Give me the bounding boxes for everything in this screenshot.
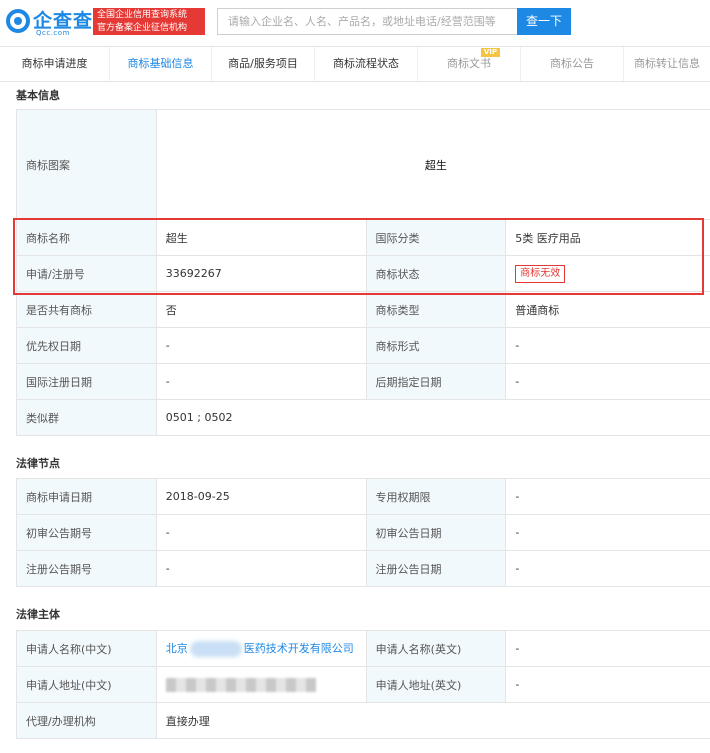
address-cn-label: 申请人地址(中文) <box>16 666 157 703</box>
tab-documents-label: 商标文书 <box>447 57 491 70</box>
tab-application-progress[interactable]: 商标申请进度 <box>0 47 110 81</box>
reg-announce-no-label: 注册公告期号 <box>16 550 157 587</box>
name-label: 商标名称 <box>16 219 157 256</box>
exclusive-label: 专用权期限 <box>365 478 507 515</box>
applicant-link-prefix[interactable]: 北京 <box>166 642 188 655</box>
reg-announce-no-value: - <box>155 550 367 587</box>
type-label: 商标类型 <box>365 291 507 328</box>
status-cell: 商标无效 <box>505 255 710 292</box>
prelim-date-label: 初审公告日期 <box>365 514 507 551</box>
address-en-value: - <box>505 666 710 703</box>
section-title-legal-subject: 法律主体 <box>16 608 60 621</box>
agent-value: 直接办理 <box>155 702 710 739</box>
applicant-link-suffix[interactable]: 医药技术开发有限公司 <box>244 642 354 655</box>
tab-bar: 商标申请进度 商标基础信息 商品/服务项目 商标流程状态 商标文书 VIP 商标… <box>0 46 710 82</box>
qcc-logo-icon[interactable] <box>6 9 30 33</box>
priority-label: 优先权日期 <box>16 327 157 364</box>
badge-line-2: 官方备案企业征信机构 <box>97 23 188 33</box>
search-button[interactable]: 查一下 <box>517 8 571 35</box>
image-label: 商标图案 <box>16 109 157 220</box>
prelim-no-label: 初审公告期号 <box>16 514 157 551</box>
applicant-en-label: 申请人名称(英文) <box>365 630 507 667</box>
address-cn-value <box>155 666 367 703</box>
badge-line-1: 全国企业信用查询系统 <box>97 10 188 20</box>
shared-value: 否 <box>155 291 367 328</box>
reg-announce-date-label: 注册公告日期 <box>365 550 507 587</box>
legal-subject-table: 申请人名称(中文) 北京 医药技术开发有限公司 申请人名称(英文) - 申请人地址… <box>16 630 710 739</box>
intl-reg-label: 国际注册日期 <box>16 363 157 400</box>
tab-documents[interactable]: 商标文书 VIP <box>418 47 521 81</box>
form-label: 商标形式 <box>365 327 507 364</box>
type-value: 普通商标 <box>505 291 710 328</box>
exclusive-value: - <box>505 478 710 515</box>
address-en-label: 申请人地址(英文) <box>365 666 507 703</box>
prelim-no-value: - <box>155 514 367 551</box>
tab-transfer-info[interactable]: 商标转让信息 <box>624 47 710 81</box>
later-label: 后期指定日期 <box>365 363 507 400</box>
apply-date-label: 商标申请日期 <box>16 478 157 515</box>
reg-announce-date-value: - <box>505 550 710 587</box>
certification-badge: 全国企业信用查询系统 官方备案企业征信机构 <box>93 8 205 35</box>
applicant-cn-label: 申请人名称(中文) <box>16 630 157 667</box>
agent-label: 代理/办理机构 <box>16 702 157 739</box>
applicant-en-value: - <box>505 630 710 667</box>
top-bar: 企查查 Qcc.com 全国企业信用查询系统 官方备案企业征信机构 请输入企业名… <box>0 0 710 42</box>
section-title-basic: 基本信息 <box>16 89 60 102</box>
priority-value: - <box>155 327 367 364</box>
group-label: 类似群 <box>16 399 157 436</box>
tab-process-status[interactable]: 商标流程状态 <box>315 47 418 81</box>
vip-badge: VIP <box>480 48 500 57</box>
logo-subtext: Qcc.com <box>36 29 70 37</box>
tab-announcements[interactable]: 商标公告 <box>521 47 624 81</box>
tab-basic-info[interactable]: 商标基础信息 <box>110 47 212 81</box>
reg-no-label: 申请/注册号 <box>16 255 157 292</box>
applicant-cn-value[interactable]: 北京 医药技术开发有限公司 <box>155 630 367 667</box>
shared-label: 是否共有商标 <box>16 291 157 328</box>
group-value: 0501 ; 0502 <box>155 399 710 436</box>
section-title-legal-nodes: 法律节点 <box>16 457 60 470</box>
search-input[interactable]: 请输入企业名、人名、产品名，或地址电话/经营范围等 <box>217 8 517 35</box>
redacted-address <box>165 677 316 692</box>
intl-reg-value: - <box>155 363 367 400</box>
tab-goods-services[interactable]: 商品/服务项目 <box>212 47 315 81</box>
reg-no-value: 33692267 <box>155 255 367 292</box>
redacted-text <box>189 641 242 657</box>
trademark-image: 超生 <box>155 109 710 220</box>
basic-info-table: 商标图案 超生 商标名称 超生 国际分类 5类 医疗用品 申请/注册号 3369… <box>16 109 710 436</box>
name-value: 超生 <box>155 219 367 256</box>
prelim-date-value: - <box>505 514 710 551</box>
status-label: 商标状态 <box>365 255 507 292</box>
status-badge: 商标无效 <box>515 264 566 283</box>
apply-date-value: 2018-09-25 <box>155 478 367 515</box>
legal-nodes-table: 商标申请日期 2018-09-25 专用权期限 - 初审公告期号 - 初审公告日… <box>16 478 710 587</box>
intl-class-label: 国际分类 <box>365 219 507 256</box>
form-value: - <box>505 327 710 364</box>
intl-class-value: 5类 医疗用品 <box>505 219 710 256</box>
later-value: - <box>505 363 710 400</box>
